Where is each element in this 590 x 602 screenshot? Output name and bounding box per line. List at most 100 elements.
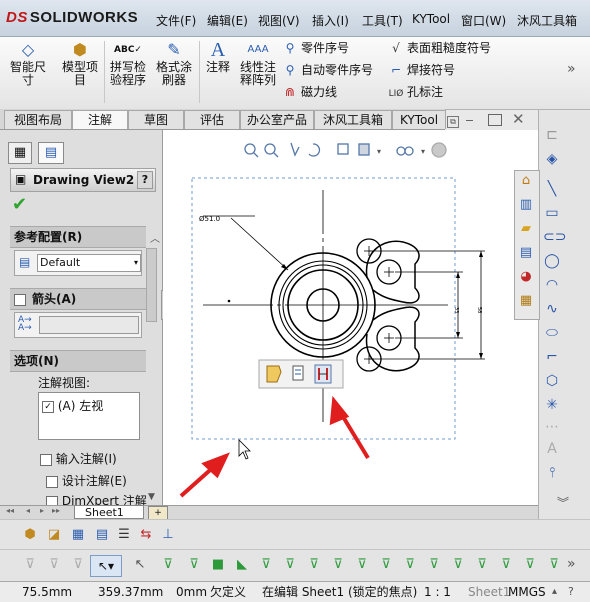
status-units-dropdown-icon[interactable]: ▴ <box>552 582 557 602</box>
collapse-chevron-icon[interactable]: ︿ <box>150 230 160 245</box>
fillet-icon[interactable]: ⌐ <box>543 348 561 366</box>
rapid-dimension-icon[interactable]: ⊏ <box>543 126 561 144</box>
magnetic-line-button[interactable]: ⋒ 磁力线 <box>282 83 388 101</box>
balloon-button[interactable]: ⚲ 零件序号 <box>282 39 388 57</box>
menu-edit[interactable]: 编辑(E) <box>207 12 248 29</box>
format-painter-button[interactable]: ✎ 格式涂 刷器 <box>152 41 196 87</box>
smart-dimension-icon[interactable]: ◈ <box>543 150 561 168</box>
status-units[interactable]: MMGS <box>508 582 546 602</box>
dimension-33-text[interactable]: 33 <box>453 307 459 313</box>
smart-dimension-button[interactable]: ◇ 智能尺 寸 <box>6 41 50 87</box>
filter-cosmetic-icon[interactable]: ⊽ <box>498 557 514 573</box>
filter-icon[interactable]: ⊽ <box>22 557 38 573</box>
restore-window-icon[interactable]: ⧉ <box>447 116 459 128</box>
import-annotations-checkbox[interactable] <box>40 453 52 466</box>
filter-dimension-icon[interactable]: ⊽ <box>354 557 370 573</box>
annotation-view-list[interactable]: ✓ (A) 左视 <box>38 392 140 440</box>
menu-tools[interactable]: 工具(T) <box>362 12 403 29</box>
mirror-icon[interactable]: ⫯ <box>543 464 561 482</box>
feature-tree-tab-icon[interactable]: ▦ <box>8 142 32 164</box>
menu-window[interactable]: 窗口(W) <box>461 12 506 29</box>
arrow-label-input[interactable] <box>39 316 139 334</box>
menu-view[interactable]: 视图(V) <box>258 12 300 29</box>
tab-annotation[interactable]: 注解 <box>72 110 128 129</box>
menu-insert[interactable]: 插入(I) <box>312 12 349 29</box>
hole-callout-button[interactable]: LIØ 孔标注 <box>388 83 518 101</box>
ellipse-icon[interactable]: ⬭ <box>543 324 561 342</box>
minimize-icon[interactable]: ⎯ <box>466 112 473 128</box>
drawing-canvas[interactable]: ▾ ▾ Ø51.0 33 58 <box>163 130 538 505</box>
table-icon[interactable]: ▦ <box>70 527 86 543</box>
list-item[interactable]: ✓ (A) 左视 <box>42 397 103 414</box>
scroll-down-arrow-icon[interactable]: ▼ <box>148 492 155 502</box>
toolbar-expand-chevron-icon[interactable]: » <box>567 556 576 572</box>
ok-checkmark-icon[interactable]: ✔ <box>12 194 27 215</box>
filter-point-icon[interactable]: ⊽ <box>330 557 346 573</box>
sheet-tab[interactable]: Sheet1 <box>74 505 144 519</box>
filter-datum-icon[interactable]: ⊽ <box>450 557 466 573</box>
zoom-to-fit-icon[interactable] <box>244 143 259 158</box>
config-select[interactable]: Default ▾ <box>37 254 141 272</box>
tab-view-layout[interactable]: 视图布局 <box>4 110 72 129</box>
toolbar-more-chevron-icon[interactable]: ︾ <box>557 494 569 511</box>
import-annotations-option[interactable]: 输入注解(I) <box>40 450 117 467</box>
circle-icon[interactable]: ◯ <box>543 252 561 270</box>
projected-view-icon[interactable]: ◪ <box>46 527 62 543</box>
tab-mufeng-toolbox[interactable]: 沐风工具箱 <box>314 110 392 129</box>
options-section-header[interactable]: 选项(N) <box>10 350 146 372</box>
tab-sketch[interactable]: 草图 <box>128 110 184 129</box>
property-manager-tab-icon[interactable]: ▤ <box>38 142 64 164</box>
select-tool-button[interactable]: ↖▾ <box>90 555 122 577</box>
filter-block-icon[interactable]: ⊽ <box>546 557 562 573</box>
appearances-icon[interactable]: ◕ <box>517 269 535 287</box>
sheet-nav-last-icon[interactable]: ▸▸ <box>52 506 60 515</box>
point-icon[interactable]: ✳ <box>543 396 561 414</box>
bom-icon[interactable]: ▤ <box>94 527 110 543</box>
arc-icon[interactable]: ◠ <box>543 276 561 294</box>
status-scale[interactable]: 1 : 1 <box>424 582 451 602</box>
select-other-icon[interactable]: ↖ <box>132 557 148 573</box>
filter-edges-icon[interactable]: ⊽ <box>70 557 86 573</box>
spell-check-button[interactable]: ABC✓ 拼写检 验程序 <box>106 41 150 87</box>
spline-icon[interactable]: ∿ <box>543 300 561 318</box>
maximize-icon[interactable] <box>488 114 502 126</box>
line-icon[interactable]: ╲ <box>543 180 561 198</box>
close-icon[interactable]: ✕ <box>512 110 525 128</box>
filter-weld-icon[interactable]: ⊽ <box>426 557 442 573</box>
filter-vertices-icon[interactable]: ⊽ <box>160 557 176 573</box>
menu-file[interactable]: 文件(F) <box>156 12 196 29</box>
filter-faces-green-icon[interactable]: ⊽ <box>186 557 202 573</box>
align-icon[interactable]: ⇆ <box>138 527 154 543</box>
ribbon-expand-chevron-icon[interactable]: » <box>567 61 576 77</box>
arrow-section-header[interactable]: 箭头(A) <box>10 288 146 310</box>
annotation-view-checkbox[interactable]: ✓ <box>42 400 54 413</box>
note-button[interactable]: A 注释 <box>201 40 235 74</box>
sheet-nav-next-icon[interactable]: ▸ <box>40 506 44 515</box>
slot-icon[interactable]: ⊂⊃ <box>543 228 566 246</box>
auto-balloon-button[interactable]: ⚲ 自动零件序号 <box>282 61 388 79</box>
appearance-icon[interactable] <box>431 142 447 158</box>
design-annotations-option[interactable]: 设计注解(E) <box>46 472 127 489</box>
filter-note-icon[interactable]: ⊽ <box>378 557 394 573</box>
text-icon[interactable]: A <box>543 440 561 458</box>
filter-edge-green-icon[interactable]: ◣ <box>234 557 250 573</box>
filter-faces-icon[interactable]: ⊽ <box>46 557 62 573</box>
sheet-nav-prev-icon[interactable]: ◂ <box>26 506 30 515</box>
add-sheet-icon[interactable]: + <box>148 506 168 520</box>
dimension-58-text[interactable]: 58 <box>476 307 482 313</box>
filter-balloon-icon[interactable]: ⊽ <box>402 557 418 573</box>
menu-mufeng-toolbox[interactable]: 沐风工具箱 <box>517 12 577 29</box>
align-view-icon[interactable] <box>314 364 332 384</box>
filter-surface-finish-icon[interactable]: ⊽ <box>522 557 538 573</box>
panel-scrollbar[interactable] <box>146 248 157 322</box>
filter-axis-icon[interactable]: ⊽ <box>258 557 274 573</box>
home-icon[interactable]: ⌂ <box>517 173 535 191</box>
menu-kytool[interactable]: KYTool <box>412 12 450 26</box>
view-palette-icon[interactable]: ▤ <box>517 245 535 263</box>
diameter-dimension-text[interactable]: Ø51.0 <box>199 215 220 223</box>
filter-surface-icon[interactable]: ■ <box>210 557 226 573</box>
arrow-checkbox[interactable] <box>14 293 26 306</box>
design-library-icon[interactable]: ▥ <box>517 197 535 215</box>
section-view-icon[interactable] <box>337 143 349 155</box>
hide-show-icon[interactable] <box>396 146 414 156</box>
